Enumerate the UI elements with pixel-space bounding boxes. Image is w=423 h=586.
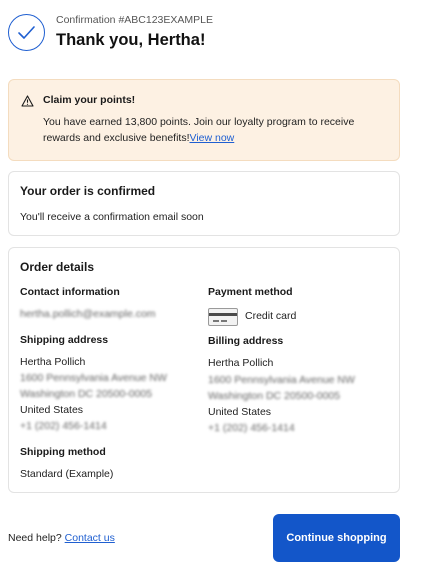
- payment-method-value: Credit card: [245, 310, 297, 322]
- check-circle-icon: [8, 14, 45, 51]
- billing-country: United States: [208, 406, 272, 418]
- shipping-method-value: Standard (Example): [20, 468, 114, 480]
- continue-shopping-button[interactable]: Continue shopping: [273, 514, 400, 562]
- shipping-phone: +1 (202) 456-1414: [20, 420, 107, 432]
- order-confirmed-title: Your order is confirmed: [20, 184, 156, 198]
- shipping-country: United States: [20, 404, 84, 416]
- loyalty-points-banner: Claim your points! You have earned 13,80…: [8, 79, 400, 161]
- contact-email: hertha.pollich@example.com: [20, 308, 156, 320]
- confirmation-header: Confirmation #ABC123EXAMPLE Thank you, H…: [8, 12, 408, 56]
- billing-phone: +1 (202) 456-1414: [208, 422, 295, 434]
- need-help-label: Need help?: [8, 532, 62, 544]
- billing-address-label: Billing address: [208, 335, 284, 347]
- order-confirmed-card: Your order is confirmed You'll receive a…: [8, 171, 400, 236]
- order-confirmed-subtitle: You'll receive a confirmation email soon: [20, 211, 204, 223]
- shipping-method-label: Shipping method: [20, 446, 106, 458]
- view-now-link[interactable]: View now: [190, 132, 235, 144]
- banner-title: Claim your points!: [43, 94, 136, 106]
- shipping-street: 1600 Pennsylvania Avenue NW: [20, 372, 167, 384]
- contact-us-link[interactable]: Contact us: [65, 532, 115, 544]
- help-text: Need help? Contact us: [8, 532, 115, 544]
- billing-street: 1600 Pennsylvania Avenue NW: [208, 374, 355, 386]
- order-details-card: Order details Contact information hertha…: [8, 247, 400, 493]
- page-title: Thank you, Hertha!: [56, 31, 206, 49]
- warning-icon: [21, 95, 34, 110]
- confirmation-number: Confirmation #ABC123EXAMPLE: [56, 14, 213, 26]
- payment-method-label: Payment method: [208, 286, 293, 298]
- banner-body: You have earned 13,800 points. Join our …: [43, 114, 388, 146]
- shipping-name: Hertha Pollich: [20, 356, 86, 368]
- shipping-address-label: Shipping address: [20, 334, 109, 346]
- credit-card-icon: [208, 308, 238, 326]
- billing-name: Hertha Pollich: [208, 357, 274, 369]
- contact-info-label: Contact information: [20, 286, 120, 298]
- shipping-city: Washington DC 20500-0005: [20, 388, 153, 400]
- order-details-title: Order details: [20, 260, 95, 274]
- billing-city: Washington DC 20500-0005: [208, 390, 341, 402]
